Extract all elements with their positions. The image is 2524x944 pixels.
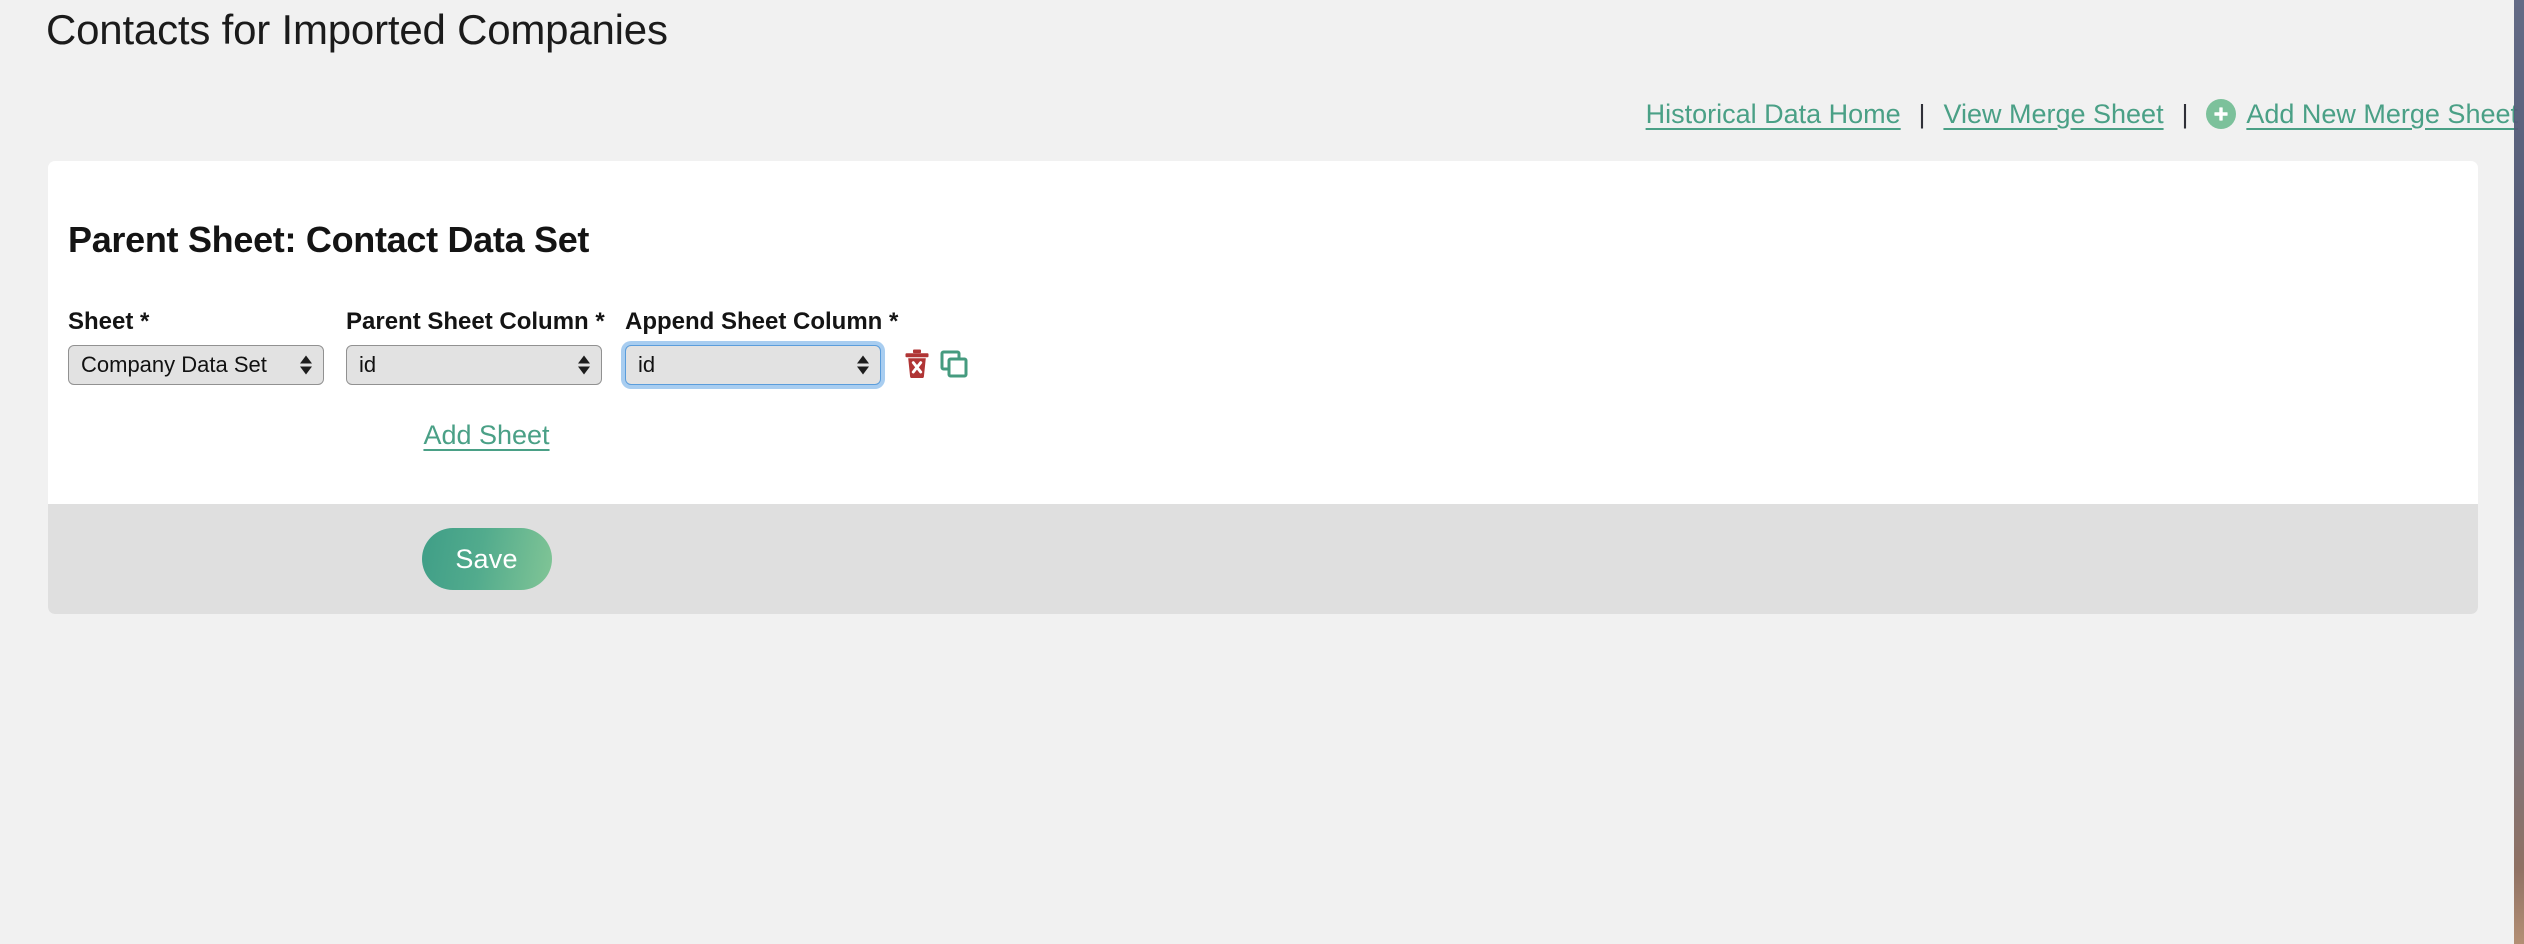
- plus-circle-icon[interactable]: [2206, 99, 2236, 129]
- card-footer-inner: Save: [68, 528, 905, 590]
- duplicate-row-icon[interactable]: [940, 350, 968, 378]
- field-label-append-sheet-column: Append Sheet Column *: [625, 309, 881, 335]
- card-footer: Save: [48, 504, 2478, 614]
- select-append-sheet-column[interactable]: id: [625, 345, 881, 385]
- section-title: Parent Sheet: Contact Data Set: [68, 219, 589, 261]
- select-wrap-sheet: Company Data Set: [68, 345, 324, 385]
- field-sheet: Sheet * Company Data Set: [68, 309, 324, 385]
- add-sheet-link[interactable]: Add Sheet: [423, 420, 549, 450]
- row-actions: [904, 349, 968, 379]
- card-body: Parent Sheet: Contact Data Set Sheet * C…: [48, 161, 2478, 504]
- save-button[interactable]: Save: [422, 528, 552, 590]
- merge-sheet-card: Parent Sheet: Contact Data Set Sheet * C…: [48, 161, 2478, 614]
- nav-link-historical-data-home[interactable]: Historical Data Home: [1646, 101, 1901, 128]
- select-wrap-parent-sheet-column: id: [346, 345, 602, 385]
- top-nav: Historical Data Home | View Merge Sheet …: [1646, 96, 2518, 132]
- add-sheet-wrap: Add Sheet: [68, 420, 905, 451]
- select-sheet-value: Company Data Set: [81, 352, 267, 378]
- page-title: Contacts for Imported Companies: [46, 6, 668, 54]
- select-stepper-arrows-icon: [300, 356, 312, 375]
- select-stepper-arrows-icon: [857, 356, 869, 375]
- sheet-mapping-row: Sheet * Company Data Set Parent Sheet Co…: [68, 309, 968, 385]
- field-label-sheet: Sheet *: [68, 309, 324, 335]
- select-parent-sheet-column-value: id: [359, 352, 376, 378]
- select-parent-sheet-column[interactable]: id: [346, 345, 602, 385]
- select-stepper-arrows-icon: [578, 356, 590, 375]
- background-window-edge: [2514, 0, 2524, 944]
- field-label-parent-sheet-column: Parent Sheet Column *: [346, 309, 602, 335]
- field-parent-sheet-column: Parent Sheet Column * id: [346, 309, 602, 385]
- select-sheet[interactable]: Company Data Set: [68, 345, 324, 385]
- select-append-sheet-column-value: id: [638, 352, 655, 378]
- nav-separator: |: [1919, 101, 1926, 127]
- field-append-sheet-column: Append Sheet Column * id: [625, 309, 881, 385]
- nav-link-view-merge-sheet[interactable]: View Merge Sheet: [1943, 101, 2163, 128]
- nav-separator: |: [2182, 101, 2189, 127]
- select-wrap-append-sheet-column: id: [625, 345, 881, 385]
- delete-row-icon[interactable]: [904, 349, 930, 379]
- nav-link-add-new-merge-sheet[interactable]: Add New Merge Sheet: [2246, 101, 2518, 128]
